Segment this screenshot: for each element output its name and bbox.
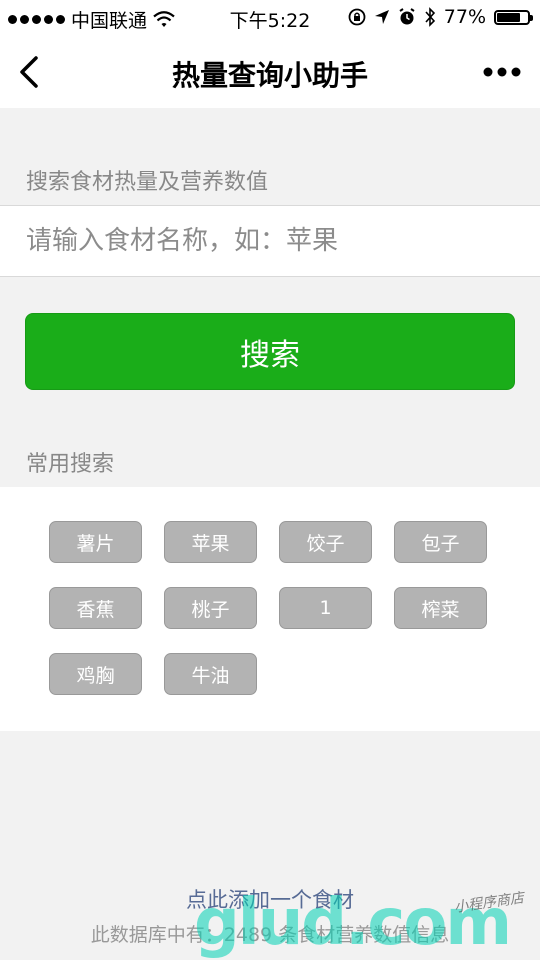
- common-search-tag[interactable]: 牛油: [164, 653, 257, 695]
- common-search-tag[interactable]: 香蕉: [49, 587, 142, 629]
- bluetooth-icon: [425, 7, 435, 27]
- location-arrow-icon: [374, 10, 389, 24]
- common-search-tag[interactable]: 鸡胸: [49, 653, 142, 695]
- common-search-tag[interactable]: 榨菜: [394, 587, 487, 629]
- search-section-label: 搜索食材热量及营养数值: [26, 170, 269, 195]
- common-search-tag[interactable]: 包子: [394, 521, 487, 563]
- battery-icon: [494, 9, 533, 25]
- alarm-icon: [399, 8, 415, 25]
- status-right: 77%: [348, 6, 533, 28]
- battery-percent: 77%: [443, 6, 486, 28]
- common-search-panel: 薯片 苹果 饺子 包子 香蕉 桃子 1 榨菜 鸡胸 牛油: [0, 487, 540, 731]
- nav-bar: 热量查询小助手: [0, 36, 540, 108]
- common-search-tag[interactable]: 1: [279, 587, 372, 629]
- common-search-tag[interactable]: 桃子: [164, 587, 257, 629]
- common-search-label: 常用搜索: [26, 452, 115, 477]
- search-box: [0, 205, 540, 277]
- page-title: 热量查询小助手: [171, 59, 368, 92]
- more-dots-icon: [483, 67, 521, 77]
- more-options-button[interactable]: [482, 62, 522, 82]
- search-input[interactable]: [26, 218, 516, 264]
- common-search-tag[interactable]: 饺子: [279, 521, 372, 563]
- common-search-tag[interactable]: 苹果: [164, 521, 257, 563]
- common-search-tag[interactable]: 薯片: [49, 521, 142, 563]
- rotation-lock-icon: [348, 8, 366, 26]
- battery-level: [497, 12, 520, 22]
- search-button[interactable]: 搜索: [25, 313, 515, 390]
- status-bar: 中国联通 下午5:22 77%: [0, 0, 540, 36]
